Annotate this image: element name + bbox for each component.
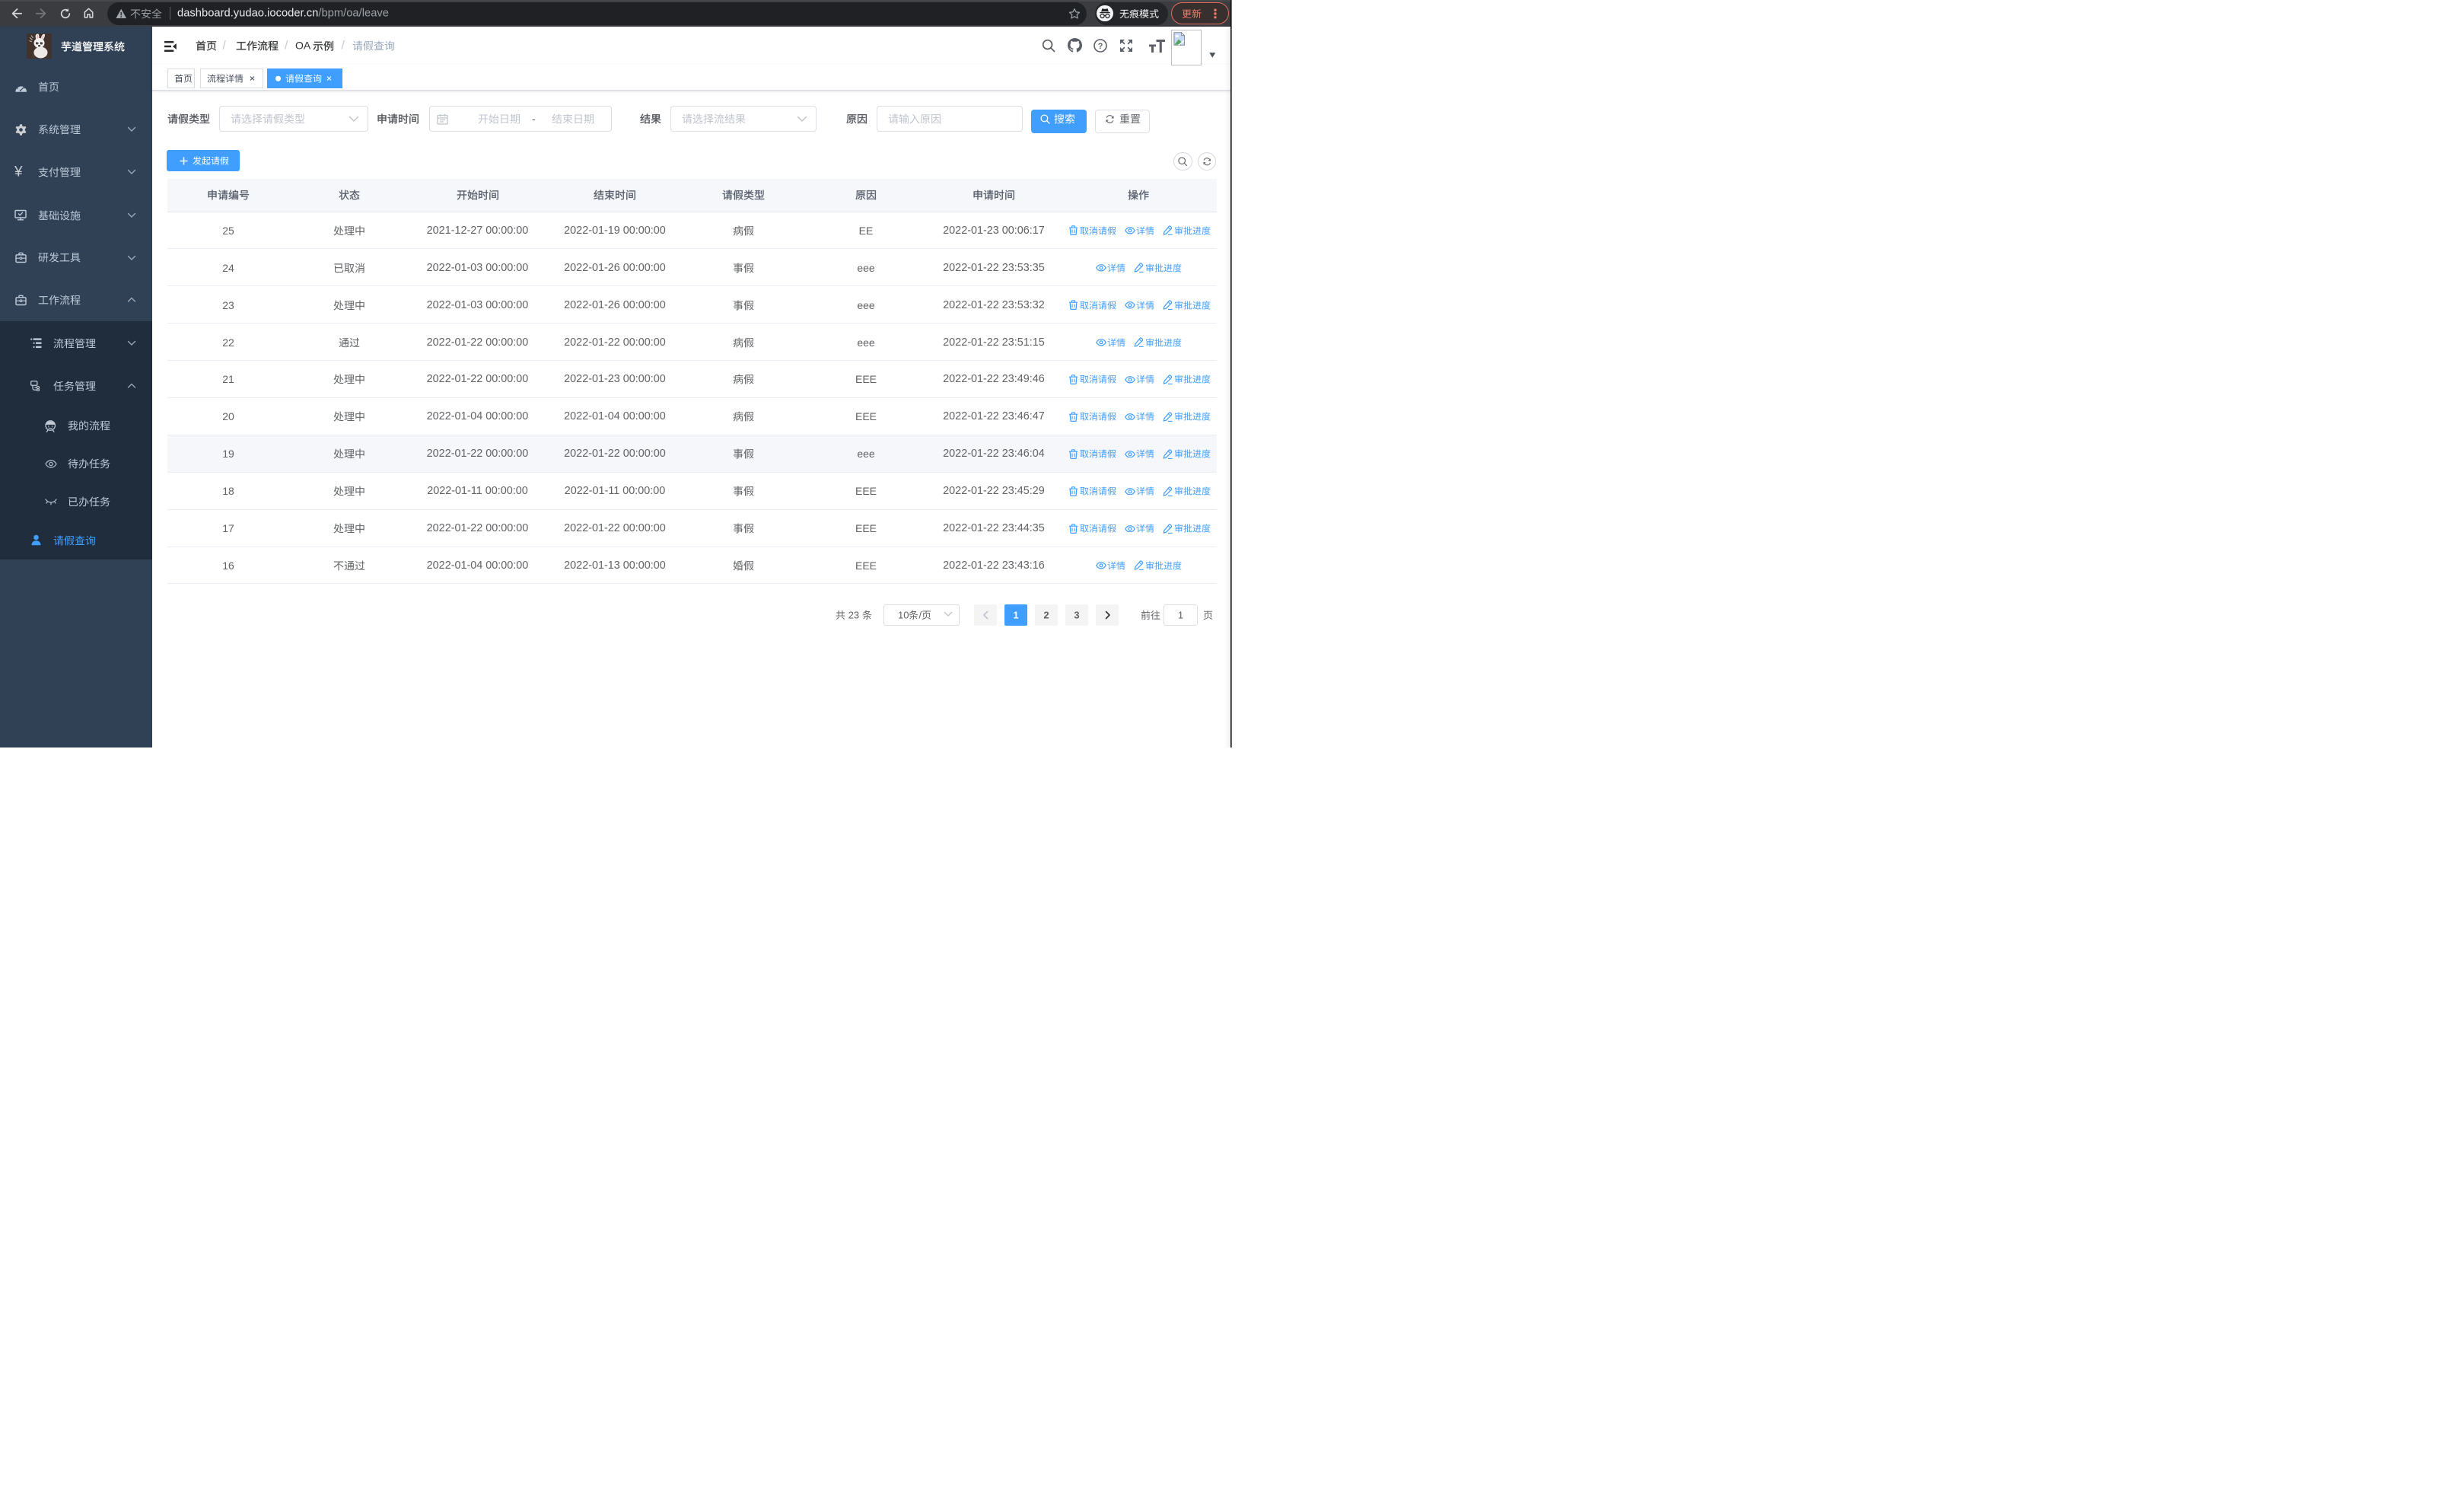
svg-text:?: ? bbox=[1098, 42, 1103, 51]
